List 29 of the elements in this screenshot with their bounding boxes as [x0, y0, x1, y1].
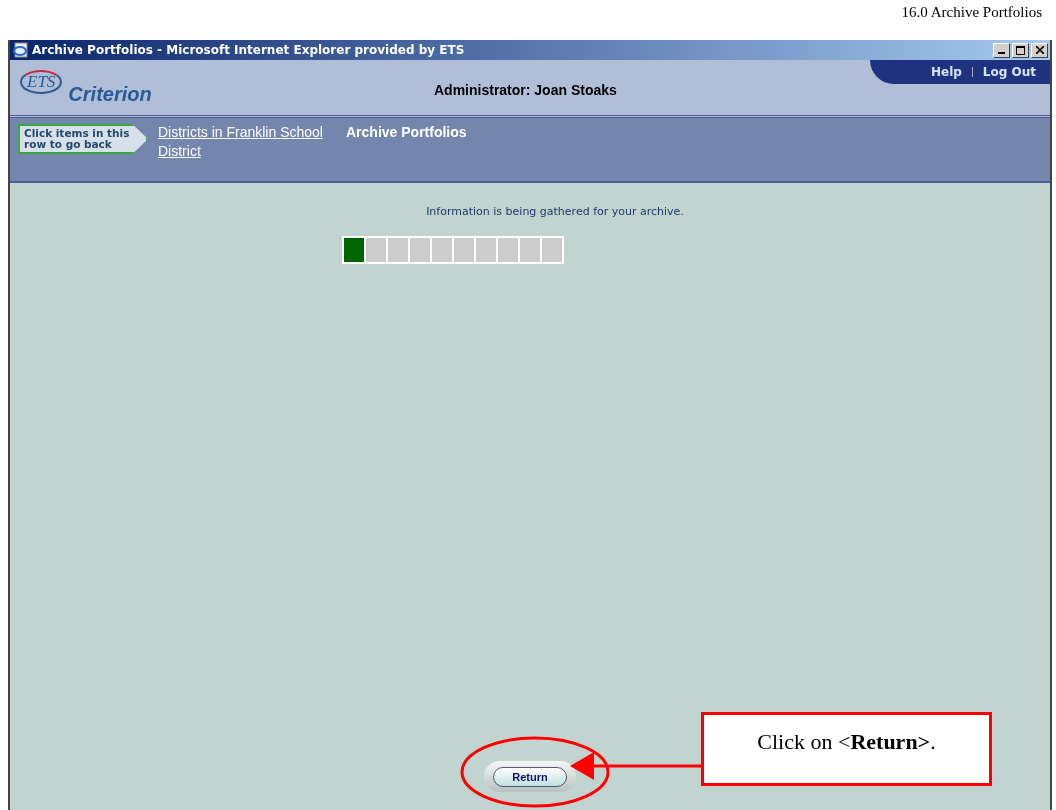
minimize-button[interactable] [993, 42, 1010, 58]
close-button[interactable] [1031, 42, 1048, 58]
breadcrumb-hint: Click items in this row to go back [18, 124, 148, 154]
maximize-icon [1016, 45, 1025, 55]
maximize-button[interactable] [1012, 42, 1029, 58]
link-separator [971, 67, 973, 77]
close-icon [1035, 46, 1044, 54]
progress-segment [519, 238, 540, 262]
logo-text: Criterion [68, 82, 152, 106]
status-message: Information is being gathered for your archive. [426, 205, 684, 218]
breadcrumb-link[interactable]: Districts in Franklin School District [158, 123, 336, 161]
progress-segment [453, 238, 474, 262]
progress-segment [365, 238, 386, 262]
progress-segment [409, 238, 430, 262]
progress-segment [475, 238, 496, 262]
callout-text: Click on <Return>. [757, 729, 936, 756]
return-button[interactable]: Return [493, 767, 567, 787]
header-link[interactable]: Log Out [982, 65, 1036, 79]
current-page-label: Archive Portfolios [346, 124, 467, 140]
progress-segment [387, 238, 408, 262]
header-link[interactable]: Help [930, 65, 962, 79]
browser-icon [12, 42, 28, 58]
user-label: Administrator: Joan Stoaks [434, 82, 617, 98]
page-header: 16.0 Archive Portfolios [901, 4, 1042, 21]
logo-mark: ETS [20, 69, 63, 94]
progress-segment [431, 238, 452, 262]
window-title: Archive Portfolios - Microsoft Internet Explorer provided by ETS [32, 43, 465, 57]
progress-segment [541, 238, 562, 262]
progress-segment [497, 238, 518, 262]
